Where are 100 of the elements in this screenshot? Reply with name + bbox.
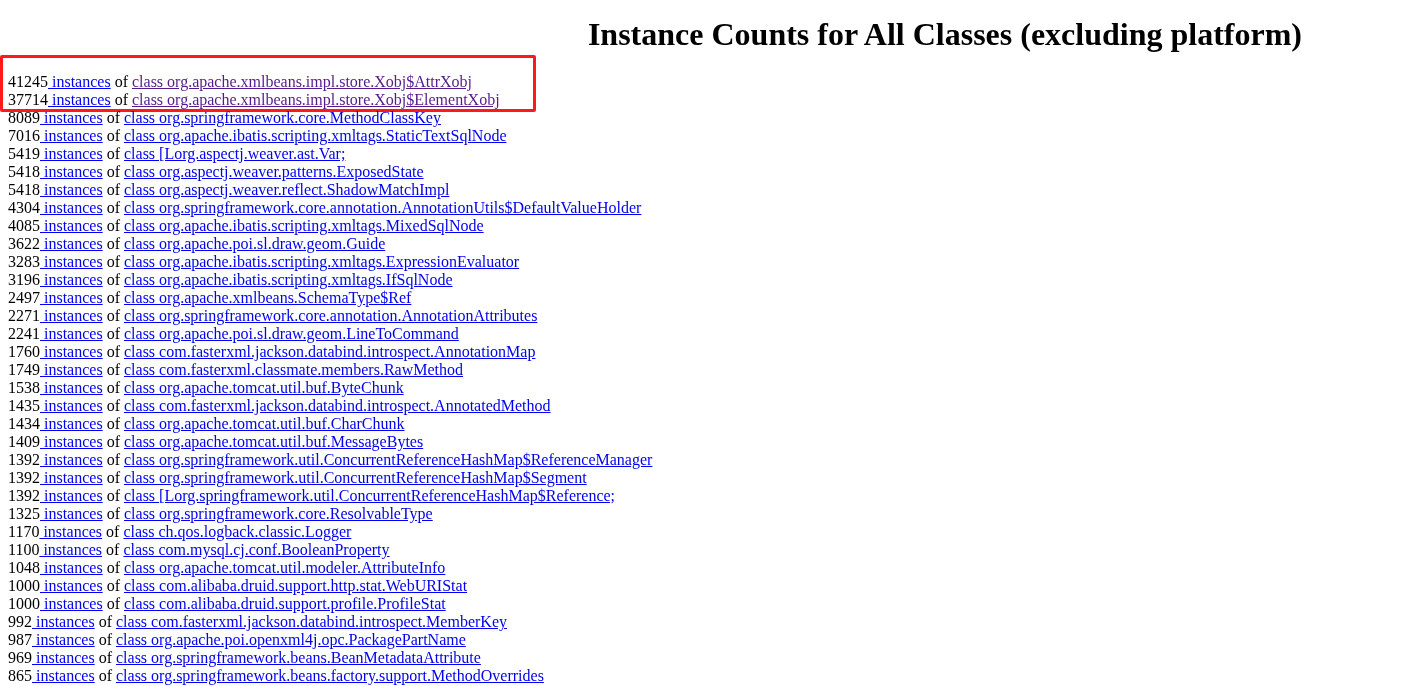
class-link[interactable]: class org.apache.ibatis.scripting.xmltags.MixedSqlNode: [124, 217, 484, 234]
joiner-text: of: [106, 541, 120, 558]
class-link[interactable]: class org.springframework.core.ResolvableType: [124, 505, 433, 522]
class-link[interactable]: class org.aspectj.weaver.reflect.ShadowMatchImpl: [124, 181, 450, 198]
instances-link[interactable]: instances: [40, 253, 103, 270]
class-link[interactable]: class com.fasterxml.classmate.members.RawMethod: [124, 361, 463, 378]
joiner-text: of: [106, 109, 120, 126]
instances-link[interactable]: instances: [40, 469, 103, 486]
instances-link[interactable]: instances: [40, 595, 103, 612]
instances-link[interactable]: instances: [40, 487, 103, 504]
class-link[interactable]: class ch.qos.logback.classic.Logger: [123, 523, 352, 540]
joiner-text: of: [106, 505, 120, 522]
class-link[interactable]: class org.springframework.core.annotation.AnnotationAttributes: [124, 307, 538, 324]
class-link[interactable]: class com.fasterxml.jackson.databind.introspect.AnnotationMap: [124, 343, 536, 360]
class-link[interactable]: class org.springframework.util.ConcurrentReferenceHashMap$Segment: [124, 469, 587, 486]
instances-link[interactable]: instances: [40, 397, 103, 414]
instances-link[interactable]: instances: [32, 649, 95, 666]
class-link[interactable]: class com.alibaba.druid.support.profile.ProfileStat: [124, 595, 446, 612]
instances-link[interactable]: instances: [40, 433, 103, 450]
class-link[interactable]: class org.apache.poi.openxml4j.opc.PackagePartName: [116, 631, 466, 648]
instance-count: 5418: [8, 163, 40, 180]
instances-link[interactable]: instances: [40, 271, 103, 288]
instances-link[interactable]: instances: [40, 109, 103, 126]
instance-count: 1749: [8, 361, 40, 378]
instance-count: 4085: [8, 217, 40, 234]
class-link[interactable]: class org.apache.poi.sl.draw.geom.Guide: [124, 235, 386, 252]
instances-link[interactable]: instances: [40, 163, 103, 180]
instances-link[interactable]: instances: [39, 523, 103, 540]
joiner-text: of: [106, 415, 120, 432]
joiner-text: of: [106, 307, 120, 324]
instance-count: 1392: [8, 487, 40, 504]
joiner-text: of: [106, 127, 120, 144]
joiner-text: of: [106, 559, 120, 576]
class-link[interactable]: class org.apache.poi.sl.draw.geom.LineToCommand: [124, 325, 459, 342]
instances-link[interactable]: instances: [40, 127, 103, 144]
instance-count: 1325: [8, 505, 40, 522]
class-link[interactable]: class org.apache.ibatis.scripting.xmltags.IfSqlNode: [124, 271, 453, 288]
instance-count: 3283: [8, 253, 40, 270]
instances-link[interactable]: instances: [32, 631, 95, 648]
class-link[interactable]: class com.fasterxml.jackson.databind.introspect.MemberKey: [116, 613, 507, 630]
class-link[interactable]: class org.springframework.beans.factory.support.MethodOverrides: [116, 667, 544, 684]
instances-link[interactable]: instances: [40, 577, 103, 594]
joiner-text: of: [106, 253, 120, 270]
class-link[interactable]: class org.apache.tomcat.util.buf.ByteChunk: [124, 379, 404, 396]
instances-link[interactable]: instances: [40, 343, 103, 360]
instance-count: 1409: [8, 433, 40, 450]
instances-link[interactable]: instances: [40, 217, 103, 234]
instance-count: 7016: [8, 127, 40, 144]
joiner-text: of: [114, 91, 128, 108]
instances-link[interactable]: instances: [40, 181, 103, 198]
joiner-text: of: [106, 145, 120, 162]
instance-count: 987: [8, 631, 32, 648]
joiner-text: of: [106, 199, 120, 216]
class-link[interactable]: class com.mysql.cj.conf.BooleanProperty: [123, 541, 390, 558]
instances-link[interactable]: instances: [32, 613, 95, 630]
instances-link[interactable]: instances: [40, 307, 103, 324]
instance-count: 2497: [8, 289, 40, 306]
class-link[interactable]: class org.aspectj.weaver.patterns.ExposedState: [124, 163, 424, 180]
class-link[interactable]: class org.apache.ibatis.scripting.xmltags.StaticTextSqlNode: [124, 127, 507, 144]
instances-link[interactable]: instances: [32, 667, 95, 684]
instances-link[interactable]: instances: [39, 541, 103, 558]
instances-link[interactable]: instances: [40, 451, 103, 468]
class-link[interactable]: class org.apache.tomcat.util.buf.CharChunk: [124, 415, 405, 432]
class-link[interactable]: class org.apache.ibatis.scripting.xmltags.ExpressionEvaluator: [124, 253, 520, 270]
instances-link[interactable]: instances: [40, 289, 103, 306]
instances-link[interactable]: instances: [40, 361, 103, 378]
joiner-text: of: [106, 379, 120, 396]
instances-link[interactable]: instances: [40, 235, 103, 252]
class-link[interactable]: class com.fasterxml.jackson.databind.introspect.AnnotatedMethod: [124, 397, 551, 414]
class-link[interactable]: class org.apache.tomcat.util.buf.MessageBytes: [124, 433, 424, 450]
joiner-text: of: [106, 361, 120, 378]
joiner-text: of: [106, 271, 120, 288]
class-link[interactable]: class org.springframework.core.MethodClassKey: [124, 109, 441, 126]
class-link[interactable]: class org.apache.xmlbeans.impl.store.Xobj$AttrXobj: [132, 73, 473, 90]
instance-count: 1392: [8, 469, 40, 486]
instances-link[interactable]: instances: [40, 505, 103, 522]
instances-link[interactable]: instances: [40, 559, 103, 576]
class-link[interactable]: class org.springframework.beans.BeanMetadataAttribute: [116, 649, 481, 666]
class-link[interactable]: class org.apache.xmlbeans.SchemaType$Ref: [124, 289, 412, 306]
instance-count: 1170: [8, 523, 40, 540]
class-link[interactable]: class org.springframework.core.annotation.AnnotationUtils$DefaultValueHolder: [124, 199, 642, 216]
joiner-text: of: [106, 469, 120, 486]
class-link[interactable]: class org.apache.xmlbeans.impl.store.Xobj$ElementXobj: [132, 91, 500, 108]
class-link[interactable]: class com.alibaba.druid.support.http.stat.WebURIStat: [124, 577, 468, 594]
instance-count: 1538: [8, 379, 40, 396]
instances-link[interactable]: instances: [40, 199, 103, 216]
instances-link[interactable]: instances: [48, 73, 111, 90]
instances-link[interactable]: instances: [40, 379, 103, 396]
class-link[interactable]: class [Lorg.springframework.util.ConcurrentReferenceHashMap$Reference;: [124, 487, 616, 504]
instances-link[interactable]: instances: [48, 91, 111, 108]
instance-count: 37714: [8, 91, 48, 108]
joiner-text: of: [106, 235, 120, 252]
instances-link[interactable]: instances: [40, 145, 103, 162]
class-link[interactable]: class [Lorg.aspectj.weaver.ast.Var;: [124, 145, 346, 162]
instances-link[interactable]: instances: [40, 415, 103, 432]
joiner-text: of: [98, 613, 112, 630]
instance-count: 1000: [8, 595, 40, 612]
class-link[interactable]: class org.apache.tomcat.util.modeler.AttributeInfo: [124, 559, 446, 576]
instances-link[interactable]: instances: [40, 325, 103, 342]
class-link[interactable]: class org.springframework.util.ConcurrentReferenceHashMap$ReferenceManager: [124, 451, 653, 468]
